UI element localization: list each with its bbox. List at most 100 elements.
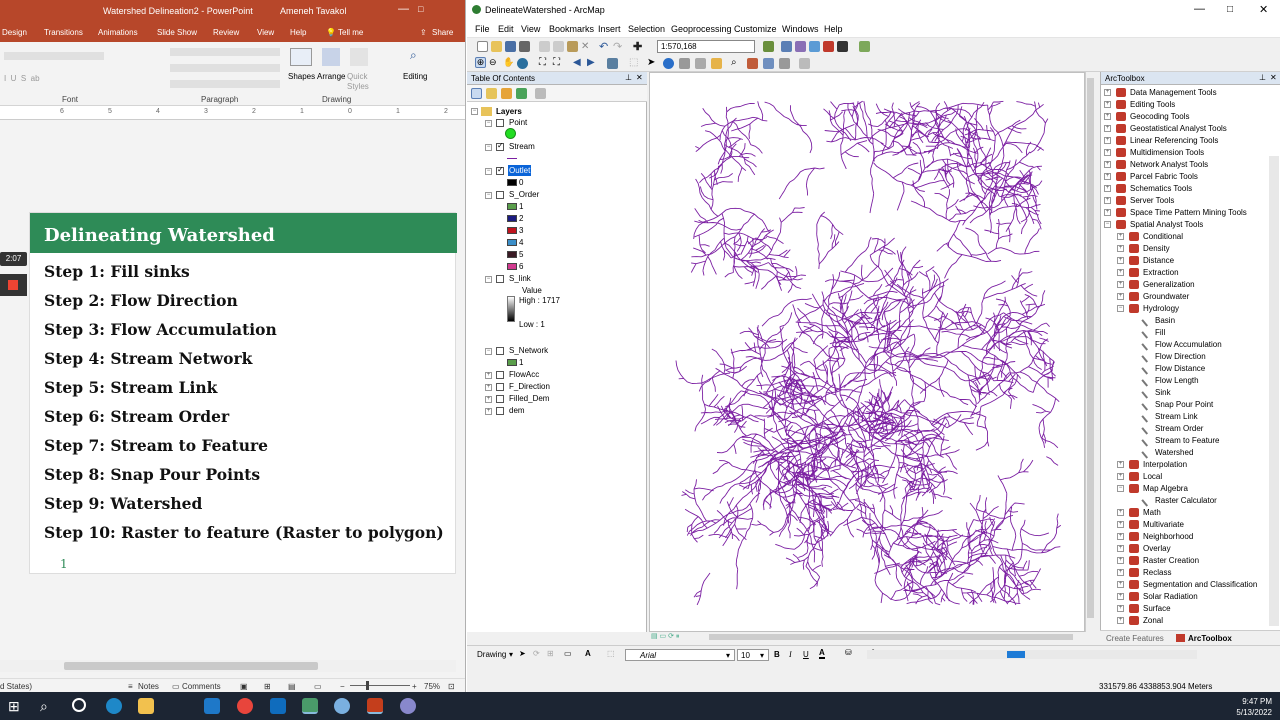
- ppt-user-name[interactable]: Ameneh Tavakol: [280, 6, 346, 16]
- toolset-item[interactable]: Hydrology: [1143, 304, 1179, 313]
- toolset-item[interactable]: Math: [1143, 508, 1161, 517]
- hyperlink-icon[interactable]: [679, 58, 690, 69]
- chrome-icon[interactable]: [237, 698, 253, 714]
- toc-layer-f-direction[interactable]: F_Direction: [509, 382, 550, 391]
- expand-icon[interactable]: +: [1104, 137, 1111, 144]
- layer-visibility-checkbox[interactable]: [496, 141, 504, 151]
- toolset-item[interactable]: Extraction: [1143, 268, 1179, 277]
- legend-swatch[interactable]: [507, 227, 517, 234]
- toc-layer-filled-dem[interactable]: Filled_Dem: [509, 394, 549, 403]
- toolset-item[interactable]: Raster Creation: [1143, 556, 1199, 565]
- create-viewer-icon[interactable]: [799, 58, 810, 69]
- expand-icon[interactable]: +: [485, 372, 492, 379]
- powerpoint-taskbar-icon[interactable]: [367, 698, 383, 714]
- tool-item[interactable]: Sink: [1155, 388, 1171, 397]
- paragraph-controls[interactable]: [170, 48, 280, 56]
- full-extent-icon[interactable]: [517, 58, 528, 69]
- html-popup-icon[interactable]: [695, 58, 706, 69]
- underline-button[interactable]: U: [803, 650, 809, 659]
- menu-file[interactable]: File: [475, 24, 490, 34]
- toolbox-item[interactable]: Data Management Tools: [1130, 88, 1217, 97]
- undo-icon[interactable]: ↶: [599, 40, 610, 53]
- expand-icon[interactable]: +: [1117, 545, 1124, 552]
- arcmap-taskbar-icon[interactable]: [302, 698, 318, 714]
- menu-geoprocessing[interactable]: Geoprocessing: [671, 24, 732, 34]
- dropdown-arrow-icon[interactable]: ▾: [509, 650, 513, 659]
- expand-icon[interactable]: +: [1117, 245, 1124, 252]
- options-icon[interactable]: [535, 88, 546, 99]
- collapse-icon[interactable]: −: [471, 108, 478, 115]
- slide-step[interactable]: Step 4: Stream Network: [44, 349, 252, 368]
- layer-visibility-checkbox[interactable]: [496, 383, 504, 391]
- zoom-level[interactable]: 75%: [424, 682, 440, 691]
- expand-icon[interactable]: +: [1117, 281, 1124, 288]
- zoom-out-icon[interactable]: −: [340, 682, 345, 691]
- toolset-item[interactable]: Groundwater: [1143, 292, 1189, 301]
- select-features-icon[interactable]: [607, 58, 618, 69]
- rectangle-icon[interactable]: ▭: [564, 649, 572, 658]
- legend-swatch[interactable]: [507, 359, 517, 366]
- close-icon[interactable]: ✕: [1270, 73, 1277, 82]
- tab-transitions[interactable]: Transitions: [44, 28, 83, 37]
- expand-icon[interactable]: +: [1104, 125, 1111, 132]
- fill-color-icon[interactable]: ⛁: [845, 648, 852, 657]
- arrange-label[interactable]: Arrange: [317, 72, 345, 81]
- edit-vertices-icon[interactable]: ⬚: [607, 649, 615, 658]
- layer-visibility-checkbox[interactable]: [496, 119, 504, 127]
- expand-icon[interactable]: +: [1104, 113, 1111, 120]
- cut-icon[interactable]: [539, 41, 550, 52]
- layer-visibility-checkbox[interactable]: [496, 407, 504, 415]
- map-scale-box[interactable]: 1:570,168: [657, 40, 755, 53]
- toc-layer-flowacc[interactable]: FlowAcc: [509, 370, 539, 379]
- search-window-icon[interactable]: [809, 41, 820, 52]
- expand-icon[interactable]: +: [1104, 149, 1111, 156]
- collapse-icon[interactable]: −: [1117, 485, 1124, 492]
- language-status[interactable]: d States): [0, 682, 32, 691]
- zoom-in-icon[interactable]: +: [412, 682, 417, 691]
- toc-layer-stream[interactable]: Stream: [509, 142, 535, 151]
- zoom-slider[interactable]: [350, 685, 410, 686]
- toc-layer-outlet[interactable]: Outlet: [508, 165, 532, 176]
- list-by-visibility-icon[interactable]: [501, 88, 512, 99]
- find-icon[interactable]: ⌕: [410, 48, 424, 62]
- minimize-icon[interactable]: —: [398, 3, 409, 15]
- measure-icon[interactable]: [711, 58, 722, 69]
- list-by-source-icon[interactable]: [486, 88, 497, 99]
- list-by-selection-icon[interactable]: [516, 88, 527, 99]
- legend-swatch[interactable]: [507, 215, 517, 222]
- expand-icon[interactable]: +: [1117, 521, 1124, 528]
- clear-selection-icon[interactable]: ⬚: [629, 57, 640, 68]
- expand-icon[interactable]: +: [1117, 605, 1124, 612]
- expand-icon[interactable]: +: [1117, 581, 1124, 588]
- zoom-to-elements-icon[interactable]: ⊞: [547, 649, 554, 658]
- map-horizontal-scrollbar[interactable]: ▤ ▭ ⟳ ⏸: [649, 632, 1085, 642]
- legend-swatch[interactable]: [507, 239, 517, 246]
- tab-design[interactable]: Design: [2, 28, 27, 37]
- comments-button[interactable]: Comments: [182, 682, 221, 691]
- slide-heading[interactable]: Delineating Watershed: [30, 213, 457, 253]
- layer-visibility-checkbox[interactable]: [496, 191, 504, 199]
- grayscale-ramp[interactable]: [507, 296, 515, 322]
- toolset-item[interactable]: Distance: [1143, 256, 1174, 265]
- font-family-select[interactable]: Arial ▾: [625, 649, 735, 661]
- toolbox-item[interactable]: Space Time Pattern Mining Tools: [1130, 208, 1247, 217]
- search-icon[interactable]: ⌕: [40, 698, 56, 714]
- toolbox-item[interactable]: Geocoding Tools: [1130, 112, 1189, 121]
- python-window-icon[interactable]: [837, 41, 848, 52]
- expand-icon[interactable]: +: [1117, 233, 1124, 240]
- toolset-item[interactable]: Solar Radiation: [1143, 592, 1198, 601]
- mail-icon[interactable]: [204, 698, 220, 714]
- tool-item[interactable]: Flow Length: [1155, 376, 1199, 385]
- toolbox-scrollbar[interactable]: [1269, 156, 1279, 626]
- delete-icon[interactable]: ✕: [581, 41, 592, 52]
- new-document-icon[interactable]: [477, 41, 488, 52]
- toolbox-item[interactable]: Server Tools: [1130, 196, 1174, 205]
- stream-lines[interactable]: [675, 100, 1062, 606]
- expand-icon[interactable]: +: [1117, 257, 1124, 264]
- arrange-icon[interactable]: [322, 48, 340, 66]
- toc-layers-root[interactable]: Layers: [496, 107, 522, 116]
- slide-step[interactable]: Step 1: Fill sinks: [44, 262, 190, 281]
- tool-item[interactable]: Flow Accumulation: [1155, 340, 1222, 349]
- slide-step[interactable]: Step 9: Watershed: [44, 494, 202, 513]
- expand-icon[interactable]: +: [1117, 269, 1124, 276]
